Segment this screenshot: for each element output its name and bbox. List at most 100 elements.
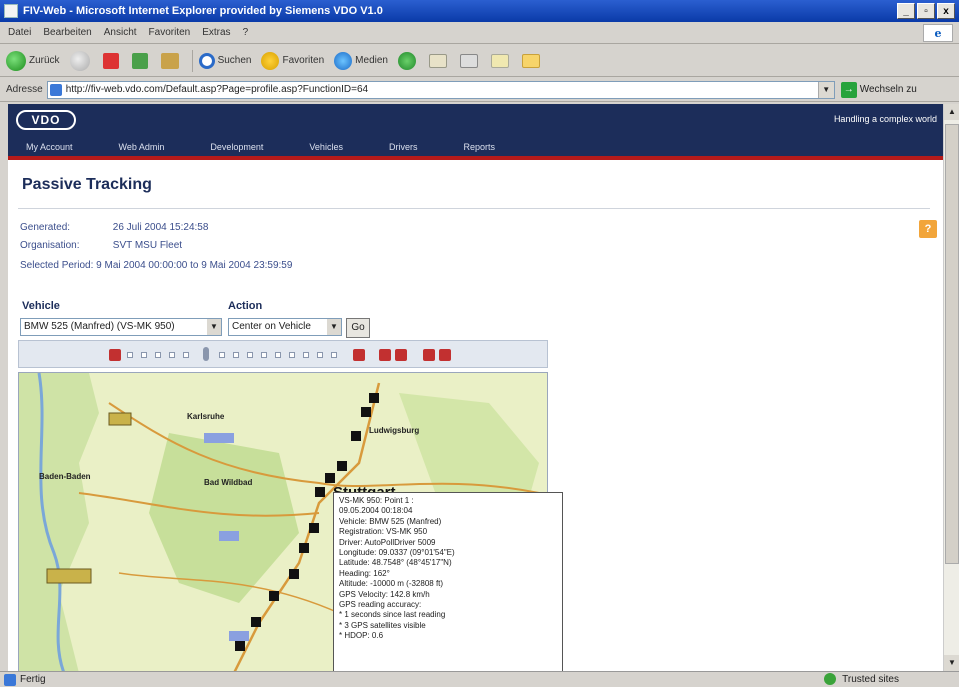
- period-value: 9 Mai 2004 00:00:00 to 9 Mai 2004 23:59:…: [96, 260, 293, 271]
- track-point-marker[interactable]: [289, 569, 299, 579]
- star-icon: [261, 51, 280, 70]
- pan-right-icon[interactable]: [395, 349, 407, 361]
- stop-button[interactable]: [102, 52, 122, 69]
- title-divider: [18, 208, 930, 209]
- back-label: Zurück: [29, 55, 60, 66]
- popup-latitude: Latitude: 48.7548° (48°45'17"N): [339, 558, 452, 568]
- scroll-down-icon[interactable]: ▼: [944, 655, 959, 671]
- popup-heading: Heading: 162°: [339, 568, 390, 578]
- zoom-in-icon[interactable]: [353, 349, 365, 361]
- chevron-down-icon: ▼: [207, 319, 221, 335]
- map-road-label: [229, 631, 249, 641]
- track-point-marker[interactable]: [351, 431, 361, 441]
- folder-button[interactable]: [521, 53, 543, 68]
- page-scrollbar[interactable]: ▲ ▼: [943, 104, 959, 671]
- zoom-level-dot[interactable]: [247, 352, 253, 358]
- mail-button[interactable]: [428, 53, 450, 68]
- generated-row: Generated: 26 Juli 2004 15:24:58: [20, 222, 208, 233]
- menu-ansicht[interactable]: Ansicht: [104, 27, 137, 38]
- zoom-level-dot[interactable]: [219, 352, 225, 358]
- track-point-marker[interactable]: [251, 617, 261, 627]
- track-point-marker[interactable]: [269, 591, 279, 601]
- track-point-marker[interactable]: [315, 487, 325, 497]
- zoom-level-dot[interactable]: [275, 352, 281, 358]
- map-city-label: Baden-Baden: [39, 472, 91, 481]
- zoom-level-dot[interactable]: [261, 352, 267, 358]
- history-button[interactable]: [397, 51, 419, 70]
- nav-vehicles[interactable]: Vehicles: [309, 142, 343, 152]
- nav-development[interactable]: Development: [210, 142, 263, 152]
- search-label: Suchen: [217, 55, 252, 66]
- track-point-marker[interactable]: [235, 641, 245, 651]
- pan-down-icon[interactable]: [439, 349, 451, 361]
- help-icon[interactable]: ?: [919, 220, 937, 238]
- go-submit-button[interactable]: Go: [346, 318, 370, 338]
- address-bar: Adresse http://fiv-web.vdo.com/Default.a…: [0, 78, 959, 102]
- nav-my-account[interactable]: My Account: [26, 142, 73, 152]
- action-select[interactable]: Center on Vehicle ▼: [228, 318, 342, 336]
- pan-up-icon[interactable]: [423, 349, 435, 361]
- menu-bearbeiten[interactable]: Bearbeiten: [43, 27, 91, 38]
- popup-vehicle: Vehicle: BMW 525 (Manfred): [339, 516, 442, 526]
- scroll-up-icon[interactable]: ▲: [944, 104, 959, 120]
- nav-web-admin[interactable]: Web Admin: [119, 142, 165, 152]
- media-icon: [334, 51, 353, 70]
- popup-longitude: Longitude: 09.0337 (09°01'54"E): [339, 548, 455, 558]
- popup-driver: Driver: AutoPollDriver 5009: [339, 537, 436, 547]
- zoom-slider-handle[interactable]: [203, 347, 209, 361]
- favorites-label: Favoriten: [282, 55, 325, 66]
- print-button[interactable]: [459, 53, 481, 68]
- nav-drivers[interactable]: Drivers: [389, 142, 418, 152]
- maximize-button[interactable]: ▫: [917, 3, 935, 19]
- zoom-level-dot[interactable]: [183, 352, 189, 358]
- address-label: Adresse: [6, 84, 43, 95]
- home-button[interactable]: [160, 52, 182, 69]
- zoom-out-icon[interactable]: [109, 349, 121, 361]
- scroll-thumb[interactable]: [945, 124, 959, 564]
- zoom-level-dot[interactable]: [155, 352, 161, 358]
- edit-button[interactable]: [490, 53, 512, 68]
- minimize-button[interactable]: _: [897, 3, 915, 19]
- track-point-marker[interactable]: [309, 523, 319, 533]
- vehicle-select[interactable]: BMW 525 (Manfred) (VS-MK 950) ▼: [20, 318, 222, 336]
- nav-reports[interactable]: Reports: [463, 142, 495, 152]
- zoom-level-dot[interactable]: [303, 352, 309, 358]
- chevron-down-icon[interactable]: ▼: [817, 81, 834, 98]
- back-button[interactable]: Zurück: [6, 50, 60, 71]
- favorites-button[interactable]: Favoriten: [261, 51, 325, 70]
- go-button[interactable]: → Wechseln zu: [840, 81, 917, 98]
- window-title: FIV-Web - Microsoft Internet Explorer pr…: [23, 5, 383, 17]
- address-url: http://fiv-web.vdo.com/Default.asp?Page=…: [65, 84, 369, 95]
- popup-altitude: Altitude: -10000 m (-32808 ft): [339, 579, 444, 589]
- track-point-marker[interactable]: [337, 461, 347, 471]
- media-button[interactable]: Medien: [334, 51, 388, 70]
- zoom-level-dot[interactable]: [331, 352, 337, 358]
- window-controls: _ ▫ x: [897, 3, 955, 19]
- menu-datei[interactable]: Datei: [8, 27, 31, 38]
- track-point-marker[interactable]: [299, 543, 309, 553]
- stop-icon: [102, 52, 119, 69]
- refresh-button[interactable]: [131, 52, 151, 69]
- zoom-level-dot[interactable]: [169, 352, 175, 358]
- zoom-level-dot[interactable]: [141, 352, 147, 358]
- mail-icon: [428, 53, 447, 68]
- zoom-level-dot[interactable]: [127, 352, 133, 358]
- zoom-level-dot[interactable]: [233, 352, 239, 358]
- menu-extras[interactable]: Extras: [202, 27, 230, 38]
- search-button[interactable]: Suchen: [198, 52, 252, 69]
- map-road-shield: [46, 568, 92, 584]
- track-point-marker[interactable]: [369, 393, 379, 403]
- generated-value: 26 Juli 2004 15:24:58: [112, 222, 209, 233]
- forward-button[interactable]: [69, 50, 93, 71]
- menu-favoriten[interactable]: Favoriten: [149, 27, 191, 38]
- map-city-label: Ludwigsburg: [369, 426, 419, 435]
- address-input[interactable]: http://fiv-web.vdo.com/Default.asp?Page=…: [46, 80, 835, 99]
- pan-left-icon[interactable]: [379, 349, 391, 361]
- zoom-level-dot[interactable]: [289, 352, 295, 358]
- track-point-marker[interactable]: [325, 473, 335, 483]
- track-point-marker[interactable]: [361, 407, 371, 417]
- close-button[interactable]: x: [937, 3, 955, 19]
- zoom-level-dot[interactable]: [317, 352, 323, 358]
- popup-accuracy-hdop: * HDOP: 0.6: [339, 631, 384, 641]
- menu-help[interactable]: ?: [243, 27, 249, 38]
